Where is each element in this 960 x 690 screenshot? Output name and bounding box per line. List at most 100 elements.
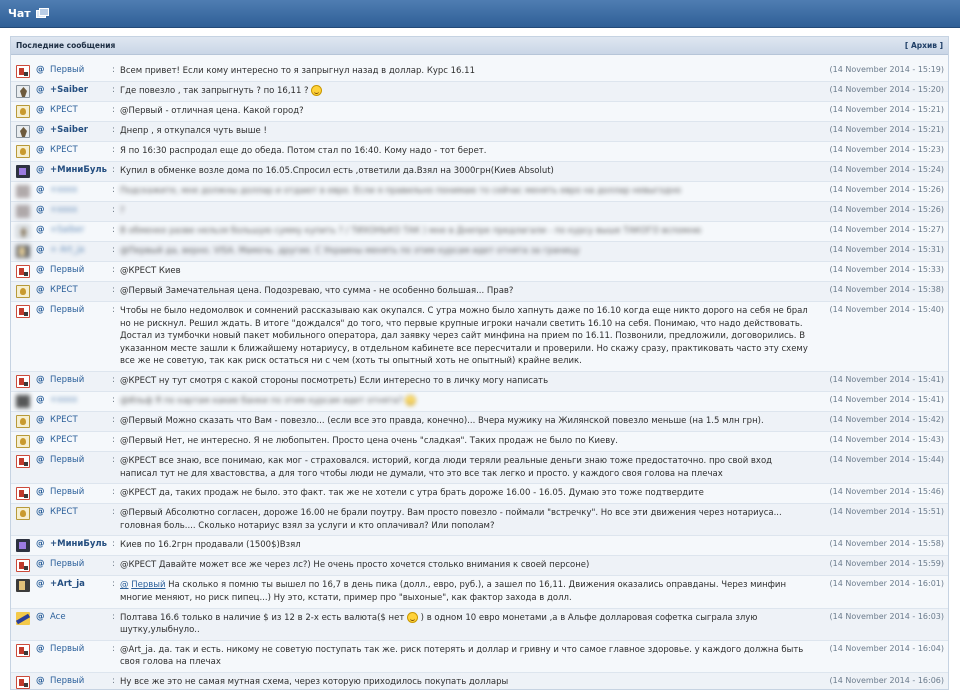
archive-link[interactable]: [ Архив ] [905,41,943,50]
user-avatar-icon[interactable] [16,165,30,178]
username-link[interactable]: КРЕСТ [50,145,112,155]
username-link[interactable]: КРЕСТ [50,105,112,115]
mention-reply-button[interactable]: @ [36,455,46,465]
mention-reply-button[interactable]: @ [36,305,46,315]
username-link[interactable]: +xxxx [50,395,112,405]
username-link[interactable]: +xxxx [50,205,112,215]
mention-reply-button[interactable]: @ [36,612,46,622]
username-link[interactable]: Первый [50,65,112,75]
user-avatar-icon[interactable] [16,265,30,278]
mention-reply-button[interactable]: @ [36,285,46,295]
username-link[interactable]: КРЕСТ [50,435,112,445]
message-list: @ Первый: Всем привет! Если кому интересно… [11,55,948,689]
mention-reply-button[interactable]: @ [36,579,46,589]
message-row: @ +Saiber: Где повезло , так запрыгнуть ? … [11,82,948,102]
mention-reply-button[interactable]: @ [36,265,46,275]
username-link[interactable]: Первый [50,644,112,654]
username-link[interactable]: КРЕСТ [50,507,112,517]
user-avatar-icon[interactable] [16,225,30,238]
username-link[interactable]: Первый [50,265,112,275]
separator: : [112,105,115,115]
message-timestamp: (14 November 2014 - 16:01) [829,579,944,589]
separator: : [112,539,115,550]
username-link[interactable]: Первый [50,487,112,497]
user-avatar-icon[interactable] [16,125,30,138]
user-avatar-icon[interactable] [16,245,30,258]
mention-reply-button[interactable]: @ [36,644,46,654]
user-avatar-icon[interactable] [16,374,30,388]
message-text: @Первый Нет, не интересно. Я не любопыте… [120,435,618,446]
user-avatar-icon[interactable] [16,414,30,428]
user-avatar-icon[interactable] [16,394,30,408]
user-avatar-icon[interactable] [16,675,30,689]
username-link[interactable]: Первый [50,305,112,315]
mention-link[interactable]: @ [120,580,129,590]
mention-reply-button[interactable]: @ [36,125,46,135]
mention-reply-button[interactable]: @ [36,435,46,445]
username-link[interactable]: + Art_ja [50,245,112,255]
user-avatar-icon[interactable] [16,559,30,573]
username-link[interactable]: Первый [50,455,112,465]
mention-reply-button[interactable]: @ [36,185,46,195]
mention-reply-button[interactable]: @ [36,487,46,497]
mention-reply-button[interactable]: @ [36,145,46,155]
mention-reply-button[interactable]: @ [36,105,46,115]
message-row: @ Первый: @КРЕСТ Давайте может все же чере… [11,556,948,577]
user-avatar-icon[interactable] [16,305,30,318]
message-row: @ Первый: @КРЕСТ Киев (14 November 2014 - 1… [11,262,948,282]
mention-reply-button[interactable]: @ [36,85,46,95]
mention-reply-button[interactable]: @ [36,65,46,75]
message-row: @ Первый: Ну все же это не самая мутная сх… [11,672,948,689]
user-avatar-icon[interactable] [16,611,30,625]
separator: : [112,85,115,95]
popout-window-icon[interactable] [35,7,49,18]
username-link[interactable]: +Saiber [50,85,112,95]
username-link[interactable]: +Saiber [50,225,112,235]
username-link[interactable]: КРЕСТ [50,285,112,295]
mention-reply-button[interactable]: @ [36,676,46,686]
user-avatar-icon[interactable] [16,85,30,98]
mention-reply-button[interactable]: @ [36,415,46,425]
mention-reply-button[interactable]: @ [36,205,46,215]
user-avatar-icon[interactable] [16,185,30,198]
mention-reply-button[interactable]: @ [36,245,46,255]
mention-reply-button[interactable]: @ [36,395,46,405]
user-avatar-icon[interactable] [16,507,30,521]
username-link[interactable]: +xxxx [50,185,112,195]
user-avatar-icon[interactable] [16,105,30,118]
username-link[interactable]: Первый [50,375,112,385]
username-link[interactable]: +МиниБуль [50,165,112,175]
mention-reply-button[interactable]: @ [36,165,46,175]
user-avatar-icon[interactable] [16,487,30,501]
username-link[interactable]: +Saiber [50,125,112,135]
username-link[interactable]: КРЕСТ [50,415,112,425]
message-row: @ +xxxx:? (14 November 2014 - 15:26) [11,202,948,222]
user-avatar-icon[interactable] [16,539,30,553]
separator: : [112,185,115,195]
user-avatar-icon[interactable] [16,434,30,448]
mention-reply-button[interactable]: @ [36,539,46,549]
user-avatar-icon[interactable] [16,643,30,657]
message-text: Где повезло , так запрыгнуть ? по 16,11 … [120,85,808,98]
user-avatar-icon[interactable] [16,65,30,78]
mention-reply-button[interactable]: @ [36,507,46,517]
username-link[interactable]: Ace [50,612,112,622]
user-avatar-icon[interactable] [16,579,30,593]
mention-link[interactable]: Первый [131,580,165,590]
user-avatar-icon[interactable] [16,205,30,218]
mention-reply-button[interactable]: @ [36,559,46,569]
username-link[interactable]: Первый [50,559,112,569]
message-text: @Первый Можно сказать что Вам - повезло.… [120,415,764,426]
username-link[interactable]: +Art_ja [50,579,112,589]
message-text: @КРЕСТ ну тут смотря с какой стороны пос… [120,375,549,386]
username-link[interactable]: +МиниБуль [50,539,112,549]
user-avatar-icon[interactable] [16,145,30,158]
username-link[interactable]: Первый [50,676,112,686]
user-avatar-icon[interactable] [16,285,30,298]
smiley-icon [406,611,418,623]
user-avatar-icon[interactable] [16,454,30,468]
separator: : [112,145,115,155]
separator: : [112,265,115,275]
mention-reply-button[interactable]: @ [36,375,46,385]
mention-reply-button[interactable]: @ [36,225,46,235]
